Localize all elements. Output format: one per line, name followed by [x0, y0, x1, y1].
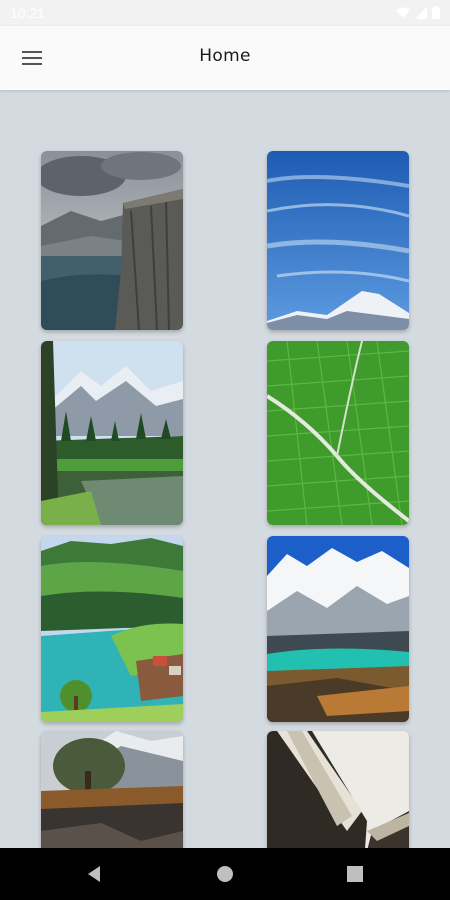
status-bar: 10:21	[0, 0, 450, 26]
wallpaper-image	[41, 536, 183, 722]
app-bar: Home	[0, 26, 450, 90]
wallpaper-image	[267, 151, 409, 330]
wallpaper-tile[interactable]	[267, 341, 409, 525]
wallpaper-tile[interactable]	[267, 151, 409, 330]
wallpaper-tile[interactable]	[41, 731, 183, 848]
wallpaper-image	[267, 536, 409, 722]
page-title: Home	[199, 46, 251, 66]
status-time: 10:21	[10, 5, 46, 21]
back-button[interactable]	[80, 860, 108, 888]
wallpaper-image	[41, 151, 183, 330]
back-icon	[88, 866, 100, 882]
recents-button[interactable]	[341, 860, 369, 888]
wallpaper-tile[interactable]	[41, 341, 183, 525]
wallpaper-image	[41, 341, 183, 525]
navigation-bar	[0, 848, 450, 900]
wallpaper-grid	[0, 90, 450, 848]
home-icon	[217, 866, 233, 882]
wallpaper-image	[41, 731, 183, 848]
wallpaper-image	[267, 731, 409, 848]
wallpaper-tile[interactable]	[41, 151, 183, 330]
wallpaper-tile[interactable]	[267, 536, 409, 722]
status-icons	[396, 6, 440, 19]
battery-icon	[432, 6, 440, 19]
signal-icon	[415, 6, 427, 19]
recents-icon	[347, 866, 363, 882]
wallpaper-tile[interactable]	[41, 536, 183, 722]
wallpaper-image	[267, 341, 409, 525]
home-button[interactable]	[211, 860, 239, 888]
wallpaper-tile[interactable]	[267, 731, 409, 848]
wifi-icon	[396, 7, 410, 18]
